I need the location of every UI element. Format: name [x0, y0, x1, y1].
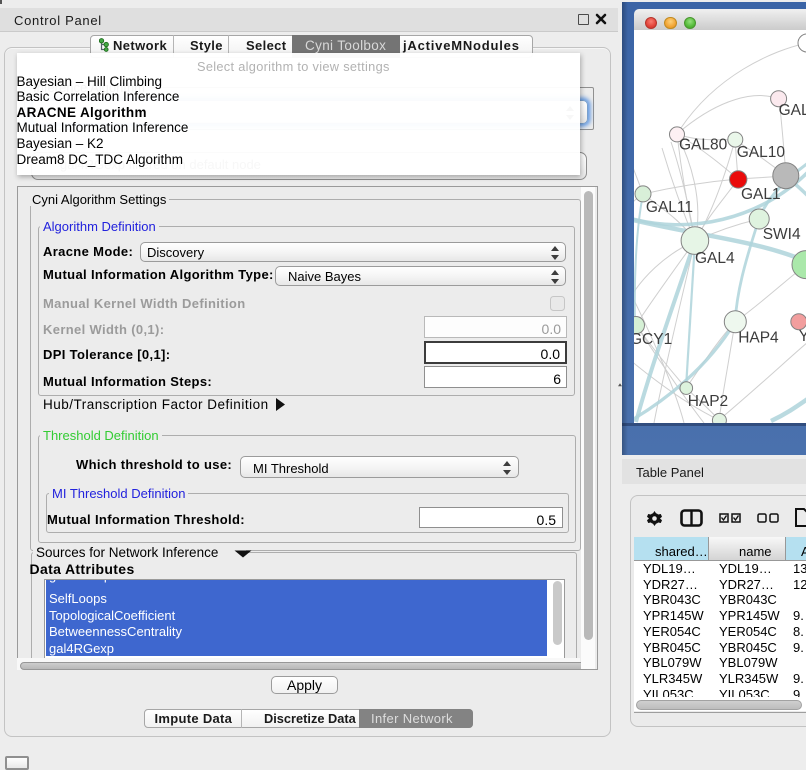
svg-text:Y: Y: [799, 328, 806, 345]
svg-text:GCY1: GCY1: [634, 331, 672, 348]
svg-text:GAL4: GAL4: [695, 250, 735, 267]
svg-text:GAL80: GAL80: [679, 137, 728, 154]
svg-text:GAL1: GAL1: [741, 186, 781, 203]
svg-text:GAL11: GAL11: [646, 199, 693, 216]
svg-text:HAP2: HAP2: [688, 393, 729, 410]
svg-text:GAL10: GAL10: [737, 144, 786, 161]
svg-text:HAP4: HAP4: [738, 330, 779, 347]
svg-text:GAL8: GAL8: [779, 102, 806, 119]
svg-text:SWI4: SWI4: [763, 226, 801, 243]
